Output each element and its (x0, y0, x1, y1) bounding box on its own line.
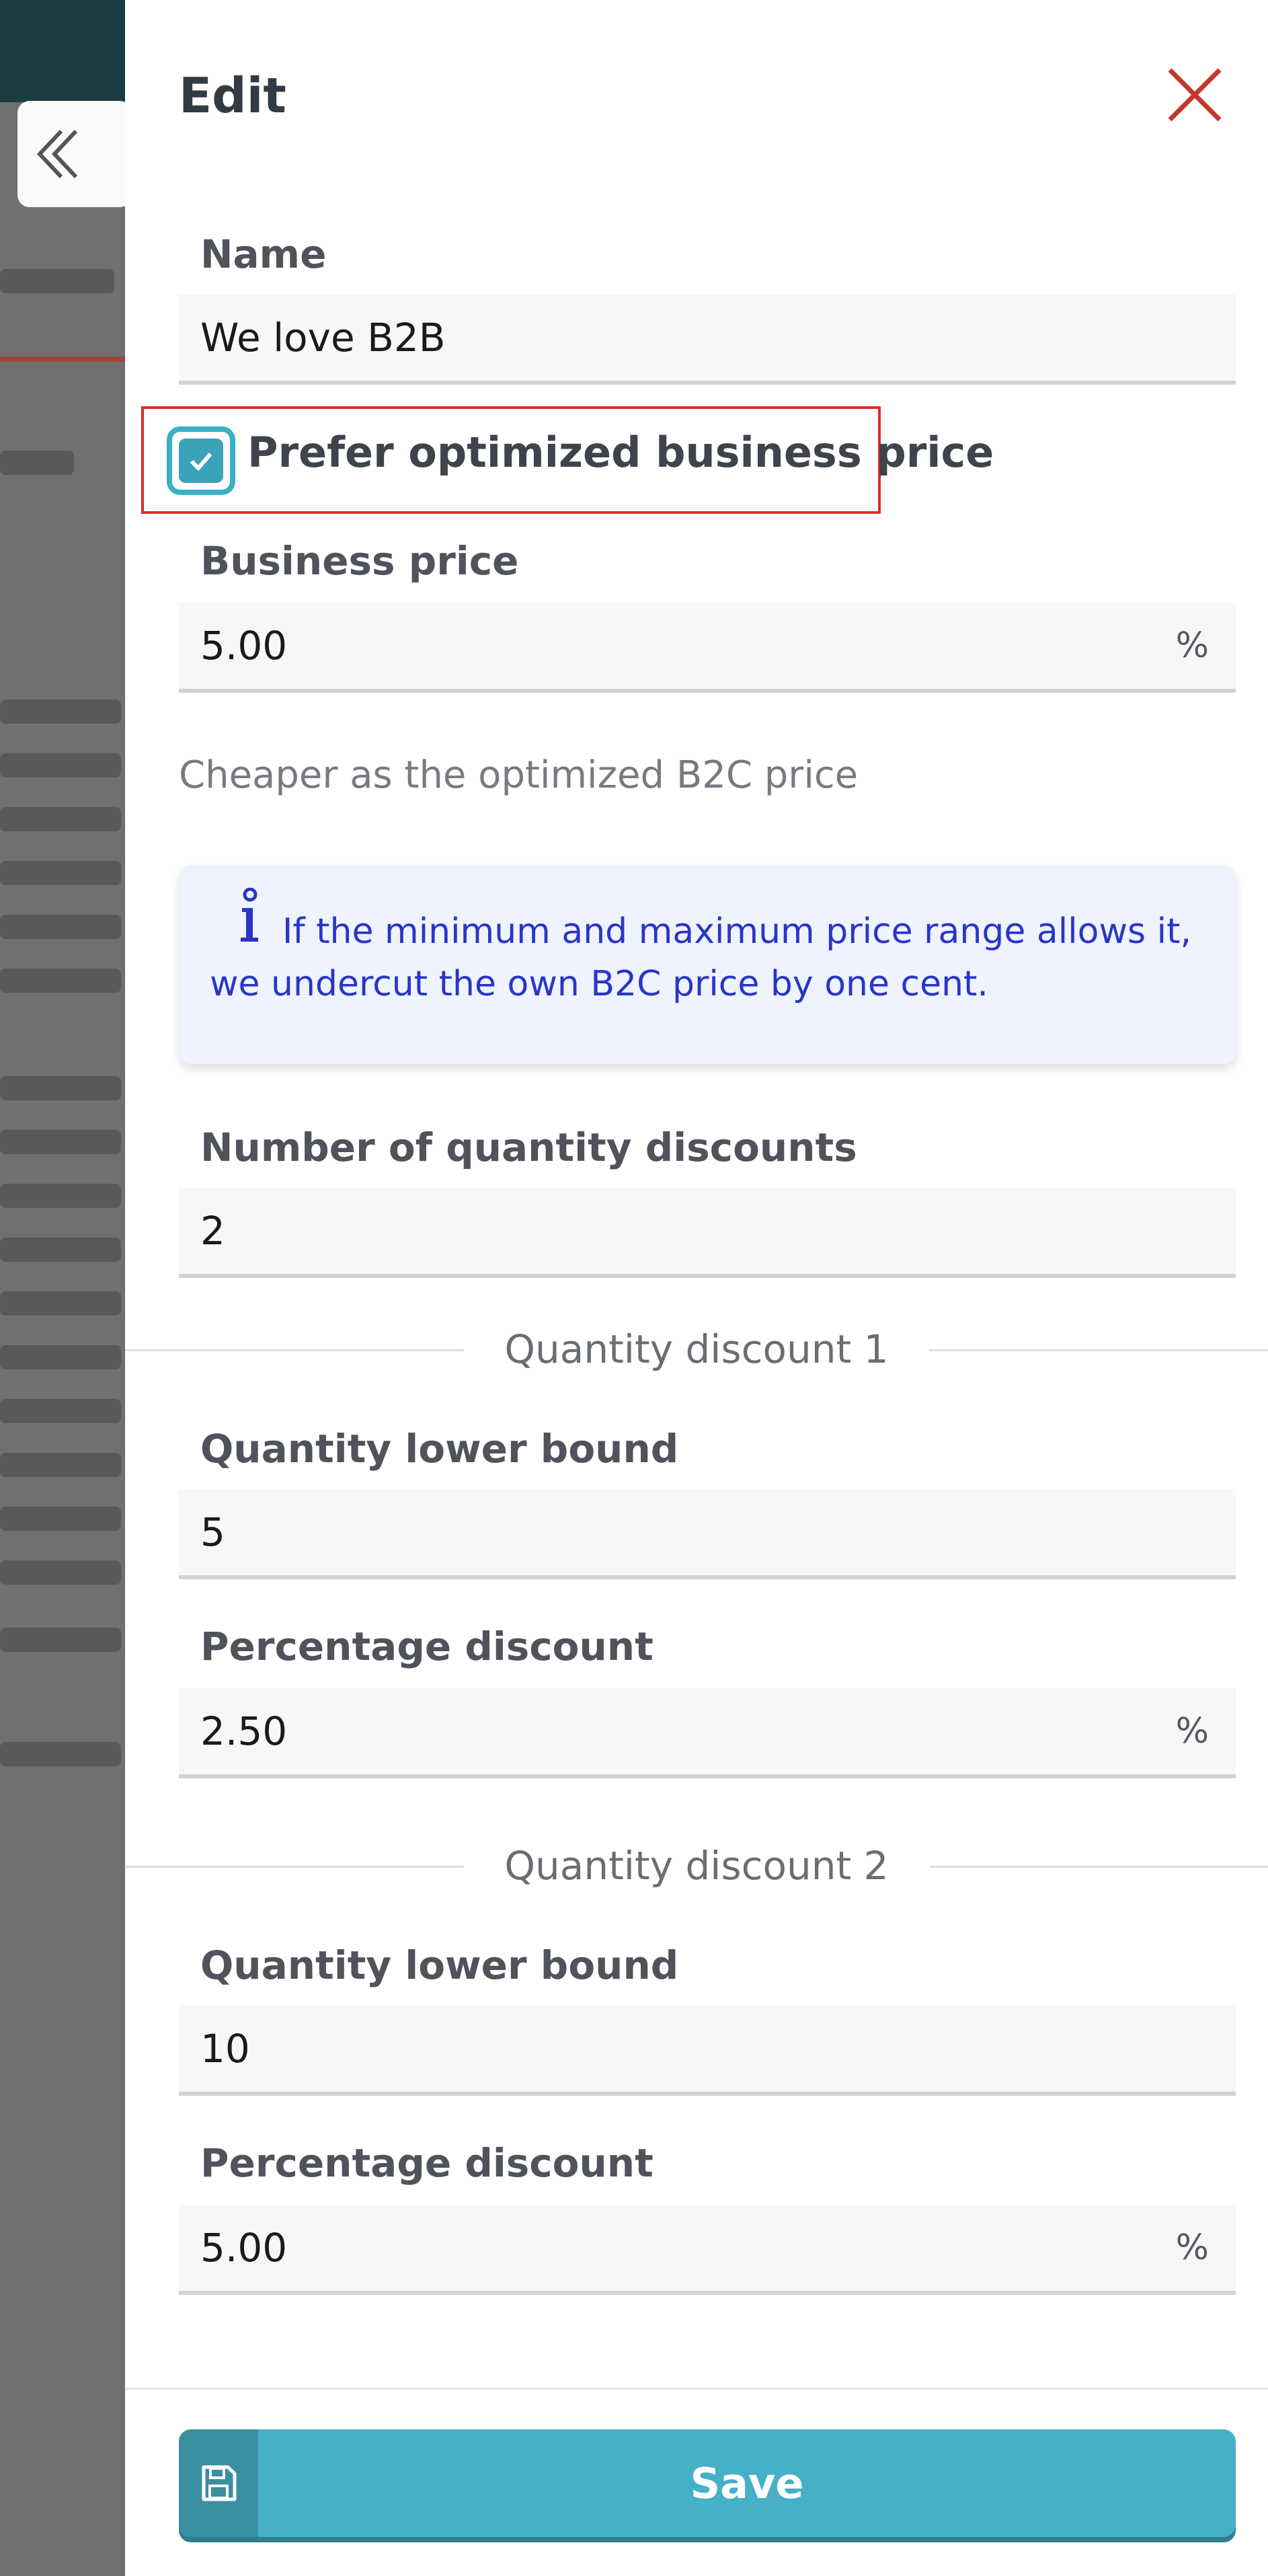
info-text: If the minimum and maximum price range a… (210, 911, 1191, 1004)
info-icon (241, 888, 258, 942)
percentage-discount-field[interactable]: 2.50 % (179, 1688, 1236, 1778)
close-icon (1168, 68, 1222, 122)
name-value: We love B2B (200, 315, 446, 361)
percentage-discount-value: 5.00 (200, 2225, 288, 2271)
background-text (0, 969, 121, 993)
background-text (0, 1345, 121, 1369)
background-text (0, 451, 74, 475)
quantity-lower-bound-field[interactable]: 5 (179, 1489, 1236, 1579)
background-topbar (0, 0, 125, 102)
prefer-optimized-row[interactable]: Prefer optimized business price (141, 406, 994, 514)
background-text (0, 1076, 121, 1100)
quantity-discount-count-value: 2 (200, 1208, 225, 1254)
prefer-optimized-label: Prefer optimized business price (247, 428, 994, 477)
background-text (0, 1238, 121, 1262)
info-box: If the minimum and maximum price range a… (179, 865, 1236, 1064)
background-text (0, 1628, 121, 1652)
business-price-hint: Cheaper as the optimized B2C price (179, 753, 859, 797)
checkmark-icon (190, 453, 212, 471)
save-button-label: Save (690, 2459, 804, 2508)
business-price-field[interactable]: 5.00 % (179, 603, 1236, 693)
background-text (0, 1742, 121, 1766)
background-text (0, 1291, 121, 1316)
section-title: Quantity discount 2 (125, 1843, 1268, 1889)
quantity-lower-bound-label: Quantity lower bound (200, 1426, 679, 1472)
business-price-label: Business price (200, 538, 519, 584)
prefer-optimized-checkbox[interactable] (167, 426, 235, 495)
background-text (0, 699, 121, 724)
name-field[interactable]: We love B2B (179, 295, 1236, 385)
background-accent-line (0, 356, 125, 362)
background-text (0, 1184, 121, 1208)
background-page (0, 0, 125, 2576)
drawer-title: Edit (179, 67, 286, 124)
quantity-discount-count-label: Number of quantity discounts (200, 1125, 857, 1170)
percent-unit: % (1175, 2228, 1209, 2268)
background-text (0, 861, 121, 885)
quantity-lower-bound-value: 10 (200, 2026, 250, 2072)
percentage-discount-value: 2.50 (200, 1708, 288, 1754)
percentage-discount-label: Percentage discount (200, 1624, 653, 1669)
quantity-lower-bound-value: 5 (200, 1509, 225, 1555)
floppy-disk-icon (202, 2465, 237, 2501)
background-text (0, 753, 121, 778)
background-text (0, 807, 121, 831)
section-title: Quantity discount 1 (125, 1326, 1268, 1372)
close-button[interactable] (1166, 66, 1224, 124)
background-text (0, 1130, 121, 1154)
business-price-value: 5.00 (200, 623, 288, 669)
percent-unit: % (1175, 626, 1209, 666)
quantity-discount-count-field[interactable]: 2 (179, 1188, 1236, 1278)
name-label: Name (200, 231, 327, 277)
footer-divider (125, 2388, 1268, 2390)
quantity-lower-bound-label: Quantity lower bound (200, 1942, 679, 1988)
save-icon-container (179, 2429, 258, 2537)
background-text (0, 915, 121, 939)
percent-unit: % (1175, 1711, 1209, 1751)
background-text (0, 1507, 121, 1531)
background-text (0, 1453, 121, 1477)
percentage-discount-field[interactable]: 5.00 % (179, 2205, 1236, 2295)
background-text (0, 269, 114, 293)
quantity-lower-bound-field[interactable]: 10 (179, 2006, 1236, 2096)
back-button[interactable] (17, 101, 132, 207)
background-text (0, 1560, 121, 1585)
percentage-discount-label: Percentage discount (200, 2140, 653, 2186)
edit-drawer: Edit Name We love B2B Prefer optimized b… (125, 0, 1268, 2576)
save-button[interactable]: Save (179, 2429, 1236, 2537)
background-text (0, 1399, 121, 1423)
double-chevron-left-icon (36, 129, 78, 179)
